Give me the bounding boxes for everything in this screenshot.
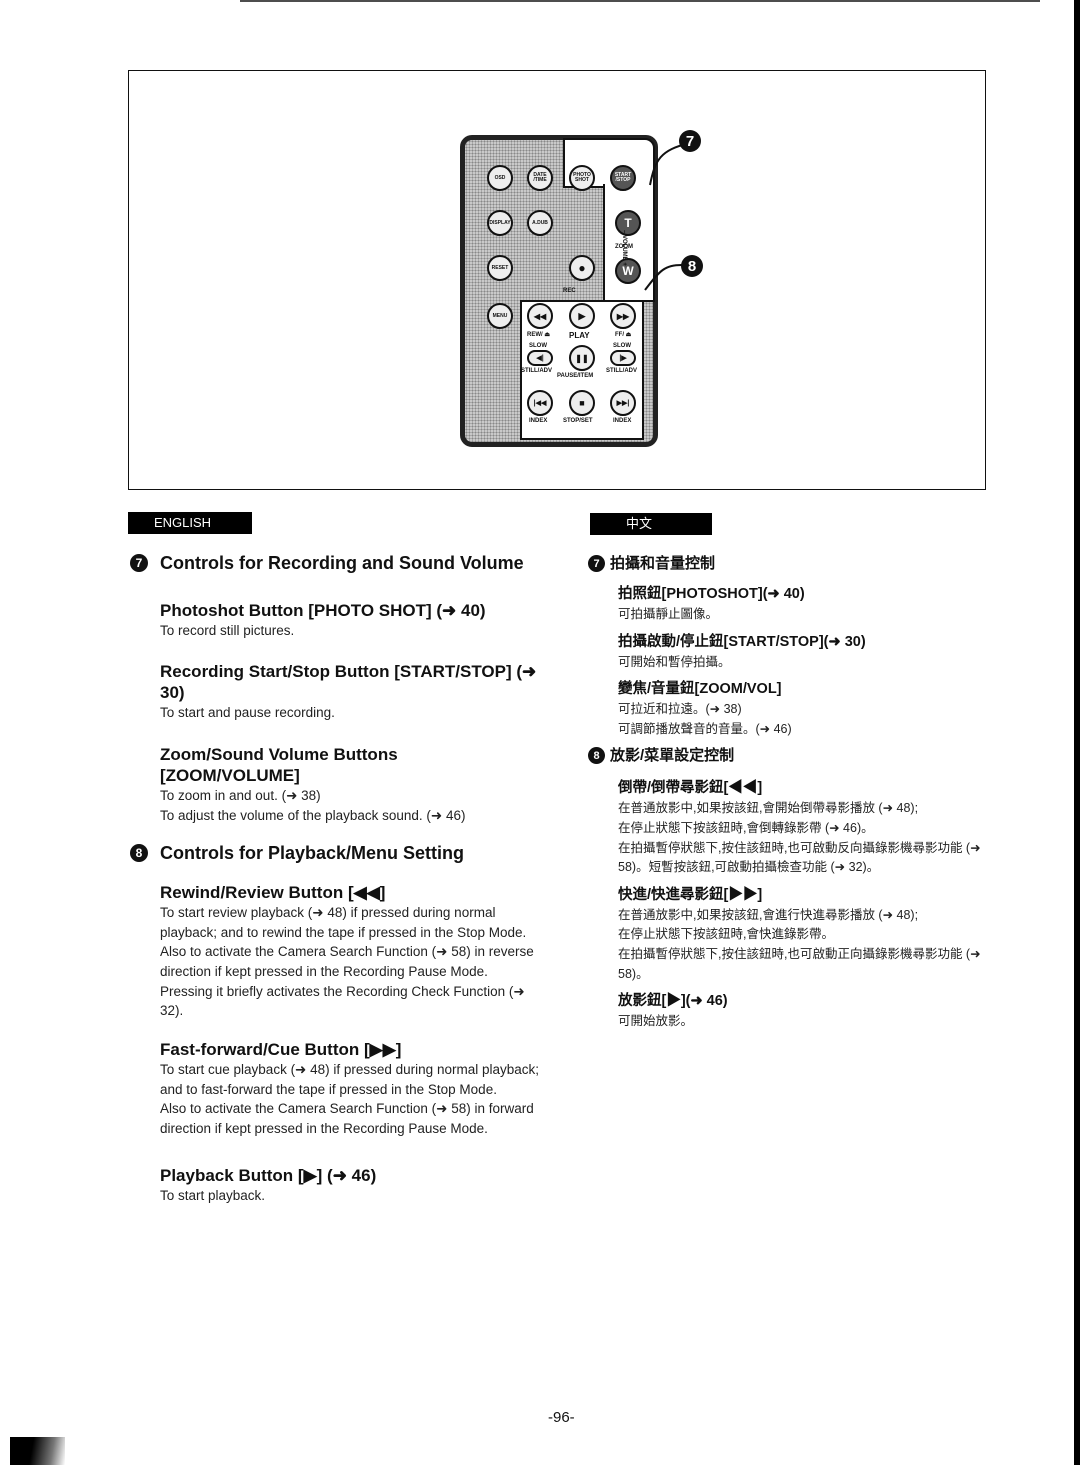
section-heading: 8 放影/菜單設定控制 bbox=[588, 745, 998, 767]
scan-artifact bbox=[10, 1437, 65, 1465]
item-title: 快進/快進尋影鈕[▶▶] bbox=[618, 886, 763, 903]
callout-leader-lines bbox=[644, 142, 691, 291]
item-description: 可拍攝靜止圖像。 bbox=[618, 607, 719, 621]
item-title: 倒帶/倒帶尋影鈕[◀◀] bbox=[618, 780, 763, 797]
english-tab: ENGLISH bbox=[128, 512, 252, 534]
item-title: Playback Button [▶] (➜ 46) bbox=[160, 1165, 377, 1185]
item-description: To start playback. bbox=[160, 1187, 266, 1203]
callout-7: 7 bbox=[679, 130, 701, 152]
item-title: Photoshot Button [PHOTO SHOT] (➜ 40) bbox=[160, 601, 486, 620]
section-title-text: Controls for Playback/Menu Setting bbox=[160, 842, 465, 863]
item-description: To start review playback (➜ 48) if press… bbox=[160, 904, 534, 1019]
section-number-badge: 7 bbox=[588, 555, 605, 572]
section-title-text: 放影/菜單設定控制 bbox=[610, 747, 735, 765]
page-number: -96- bbox=[548, 1409, 575, 1426]
chinese-section-8: 8 放影/菜單設定控制 倒帶/倒帶尋影鈕[◀◀] 在普通放影中,如果按該鈕,會開始… bbox=[588, 745, 998, 1031]
chinese-tab: 中文 bbox=[590, 513, 712, 535]
item-title: Recording Start/Stop Button [START/STOP]… bbox=[160, 661, 537, 702]
english-section-7: 7 Controls for Recording and Sound Volume… bbox=[130, 552, 540, 826]
item-description: 可開始放影。 bbox=[618, 1014, 694, 1029]
item-title: 拍照鈕[PHOTOSHOT](➜ 40) bbox=[618, 586, 805, 602]
item-description: To record still pictures. bbox=[160, 623, 295, 638]
item-title: Fast-forward/Cue Button [▶▶] bbox=[160, 1040, 402, 1060]
item-title: 放影鈕[▶](➜ 46) bbox=[618, 993, 728, 1010]
section-title-text: 拍攝和音量控制 bbox=[610, 555, 716, 572]
english-column: 7 Controls for Recording and Sound Volume… bbox=[130, 552, 540, 1206]
item-description: 可拉近和拉遠。(➜ 38) 可調節播放聲音的音量。(➜ 46) bbox=[618, 702, 792, 736]
chinese-column: 7 拍攝和音量控制 拍照鈕[PHOTOSHOT](➜ 40) 可拍攝靜止圖像。 拍… bbox=[588, 553, 998, 1032]
item-description: 在普通放影中,如果按該鈕,會開始倒帶尋影播放 (➜ 48); 在停止狀態下按該鈕… bbox=[618, 801, 981, 875]
item-title: 拍攝啟動/停止鈕[START/STOP](➜ 30) bbox=[618, 633, 866, 650]
item-description: To start cue playback (➜ 48) if pressed … bbox=[160, 1062, 539, 1137]
chinese-section-7: 7 拍攝和音量控制 拍照鈕[PHOTOSHOT](➜ 40) 可拍攝靜止圖像。 拍… bbox=[588, 553, 998, 739]
item-description: 可開始和暫停拍攝。 bbox=[618, 654, 731, 669]
item-title: 變焦/音量鈕[ZOOM/VOL] bbox=[618, 681, 782, 698]
section-number-badge: 8 bbox=[130, 843, 148, 862]
section-heading: 7 拍攝和音量控制 bbox=[588, 553, 998, 575]
section-number-badge: 7 bbox=[130, 554, 148, 572]
item-description: To zoom in and out. (➜ 38) To adjust the… bbox=[160, 788, 466, 824]
callout-8: 8 bbox=[681, 255, 703, 277]
section-heading: 7 Controls for Recording and Sound Volume bbox=[130, 552, 540, 574]
item-description: 在普通放影中,如果按該鈕,會進行快進尋影播放 (➜ 48); 在停止狀態下按該鈕… bbox=[618, 907, 981, 981]
item-description: To start and pause recording. bbox=[160, 704, 335, 720]
item-title: Zoom/Sound Volume Buttons [ZOOM/VOLUME] bbox=[160, 745, 398, 786]
item-title: Rewind/Review Button [◀◀] bbox=[160, 882, 386, 902]
section-title-text: Controls for Recording and Sound Volume bbox=[160, 553, 524, 573]
section-number-badge: 8 bbox=[588, 747, 605, 765]
english-section-8: 8 Controls for Playback/Menu Setting Rewi… bbox=[130, 842, 540, 1206]
section-heading: 8 Controls for Playback/Menu Setting bbox=[130, 842, 540, 864]
